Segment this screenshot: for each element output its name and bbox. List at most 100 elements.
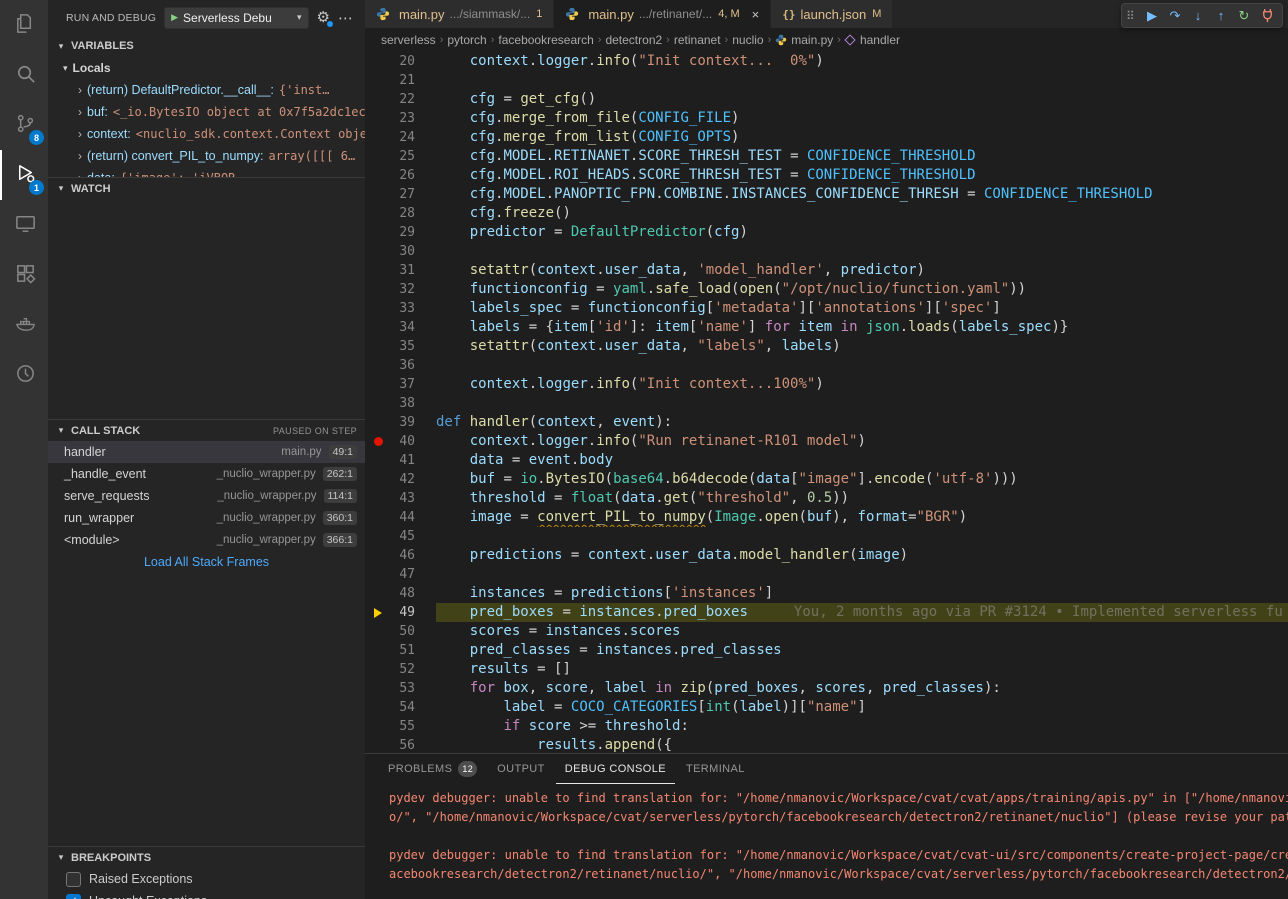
stack-frame[interactable]: run_wrapper_nuclio_wrapper.py360:1 <box>48 507 365 529</box>
breakpoint-gutter[interactable] <box>365 166 391 185</box>
breakpoint-gutter[interactable] <box>365 641 391 660</box>
debug-config-dropdown[interactable]: ▶ Serverless Debu ▾ <box>164 7 308 29</box>
breakpoint-gutter[interactable] <box>365 280 391 299</box>
code-line[interactable]: 31 setattr(context.user_data, 'model_han… <box>365 261 1288 280</box>
breakpoint-gutter[interactable] <box>365 527 391 546</box>
activity-remote-explorer[interactable] <box>0 200 48 250</box>
code-line[interactable]: 51 pred_classes = instances.pred_classes <box>365 641 1288 660</box>
variable-row[interactable]: ›data:{'image': 'iVBOR… <box>48 167 365 177</box>
breakpoint-gutter[interactable] <box>365 394 391 413</box>
breakpoint-gutter[interactable] <box>365 413 391 432</box>
code-line[interactable]: 28 cfg.freeze() <box>365 204 1288 223</box>
breakpoint-gutter[interactable] <box>365 52 391 71</box>
stack-frame[interactable]: handlermain.py49:1 <box>48 441 365 463</box>
code-line[interactable]: 48 instances = predictions['instances'] <box>365 584 1288 603</box>
call-stack-section-header[interactable]: ▾ CALL STACK PAUSED ON STEP <box>48 419 365 441</box>
close-icon[interactable]: × <box>752 8 760 21</box>
breakpoint-gutter[interactable] <box>365 717 391 736</box>
tab-problems[interactable]: PROBLEMS 12 <box>379 754 486 784</box>
code-editor[interactable]: 20 context.logger.info("Init context... … <box>365 52 1288 753</box>
watch-section-header[interactable]: ▾ WATCH <box>48 177 365 199</box>
code-line[interactable]: 24 cfg.merge_from_list(CONFIG_OPTS) <box>365 128 1288 147</box>
breakpoint-gutter[interactable] <box>365 337 391 356</box>
variables-section-header[interactable]: ▾ VARIABLES <box>48 35 365 57</box>
breakpoint-gutter[interactable] <box>365 185 391 204</box>
activity-search[interactable] <box>0 50 48 100</box>
breakpoint-gutter[interactable] <box>365 128 391 147</box>
breakpoint-uncaught-exceptions[interactable]: Uncaught Exceptions <box>48 890 365 899</box>
code-line[interactable]: 38 <box>365 394 1288 413</box>
breakpoint-gutter[interactable] <box>365 736 391 753</box>
tab-output[interactable]: OUTPUT <box>488 754 554 784</box>
code-line[interactable]: 22 cfg = get_cfg() <box>365 90 1288 109</box>
breakpoint-gutter[interactable] <box>365 109 391 128</box>
code-line[interactable]: 53 for box, score, label in zip(pred_box… <box>365 679 1288 698</box>
breakpoint-gutter[interactable] <box>365 90 391 109</box>
restart-button[interactable]: ↻ <box>1233 5 1255 26</box>
stack-frame[interactable]: _handle_event_nuclio_wrapper.py262:1 <box>48 463 365 485</box>
disconnect-button[interactable] <box>1256 5 1278 26</box>
load-all-stack-frames-link[interactable]: Load All Stack Frames <box>48 551 365 573</box>
code-line[interactable]: 52 results = [] <box>365 660 1288 679</box>
more-actions-icon[interactable]: ⋯ <box>338 9 357 27</box>
continue-button[interactable]: ▶ <box>1141 5 1163 26</box>
activity-explorer[interactable] <box>0 0 48 50</box>
code-line[interactable]: 25 cfg.MODEL.RETINANET.SCORE_THRESH_TEST… <box>365 147 1288 166</box>
step-out-button[interactable]: ↑ <box>1210 5 1232 26</box>
breakpoint-gutter[interactable] <box>365 508 391 527</box>
uncaught-exceptions-checkbox[interactable] <box>66 894 81 899</box>
activity-profiler[interactable] <box>0 350 48 400</box>
breakpoint-gutter[interactable] <box>365 299 391 318</box>
code-line[interactable]: 35 setattr(context.user_data, "labels", … <box>365 337 1288 356</box>
breakpoint-gutter[interactable] <box>365 565 391 584</box>
code-line[interactable]: 29 predictor = DefaultPredictor(cfg) <box>365 223 1288 242</box>
code-line[interactable]: 56 results.append({ <box>365 736 1288 753</box>
activity-source-control[interactable]: 8 <box>0 100 48 150</box>
breakpoint-gutter[interactable] <box>365 261 391 280</box>
variable-row[interactable]: ›(return) convert_PIL_to_numpy:array([[[… <box>48 145 365 167</box>
breakpoint-gutter[interactable] <box>365 489 391 508</box>
tab-main-py-retinanet[interactable]: main.py .../retinanet/... 4, M × <box>554 0 771 28</box>
code-line[interactable]: 40 context.logger.info("Run retinanet-R1… <box>365 432 1288 451</box>
raised-exceptions-checkbox[interactable] <box>66 872 81 887</box>
step-into-button[interactable]: ↓ <box>1187 5 1209 26</box>
breakpoint-gutter[interactable] <box>365 204 391 223</box>
breakpoint-gutter[interactable] <box>365 546 391 565</box>
variable-row[interactable]: ›(return) DefaultPredictor.__call__:{'in… <box>48 79 365 101</box>
step-over-button[interactable]: ↷ <box>1164 5 1186 26</box>
breakpoint-gutter[interactable] <box>365 432 391 451</box>
breakpoint-gutter[interactable] <box>365 603 391 622</box>
debug-console-output[interactable]: pydev debugger: unable to find translati… <box>365 784 1288 899</box>
variables-scope-locals[interactable]: ▾ Locals <box>48 57 365 79</box>
breakpoint-gutter[interactable] <box>365 223 391 242</box>
code-line[interactable]: 49 pred_boxes = instances.pred_boxesYou,… <box>365 603 1288 622</box>
tab-terminal[interactable]: TERMINAL <box>677 754 754 784</box>
breadcrumb-item[interactable]: pytorch <box>447 33 486 47</box>
breakpoint-gutter[interactable] <box>365 698 391 717</box>
code-line[interactable]: 26 cfg.MODEL.ROI_HEADS.SCORE_THRESH_TEST… <box>365 166 1288 185</box>
code-line[interactable]: 43 threshold = float(data.get("threshold… <box>365 489 1288 508</box>
code-line[interactable]: 34 labels = {item['id']: item['name'] fo… <box>365 318 1288 337</box>
breakpoint-gutter[interactable] <box>365 242 391 261</box>
breakpoint-gutter[interactable] <box>365 451 391 470</box>
breadcrumb-item[interactable]: facebookresearch <box>498 33 593 47</box>
code-line[interactable]: 27 cfg.MODEL.PANOPTIC_FPN.COMBINE.INSTAN… <box>365 185 1288 204</box>
code-line[interactable]: 54 label = COCO_CATEGORIES[int(label)]["… <box>365 698 1288 717</box>
breakpoint-gutter[interactable] <box>365 71 391 90</box>
code-line[interactable]: 33 labels_spec = functionconfig['metadat… <box>365 299 1288 318</box>
code-line[interactable]: 21 <box>365 71 1288 90</box>
variable-row[interactable]: ›context:<nuclio_sdk.context.Context obj… <box>48 123 365 145</box>
breadcrumb-item[interactable]: serverless <box>381 33 436 47</box>
tab-debug-console[interactable]: DEBUG CONSOLE <box>556 754 675 784</box>
breakpoint-gutter[interactable] <box>365 584 391 603</box>
code-line[interactable]: 50 scores = instances.scores <box>365 622 1288 641</box>
code-line[interactable]: 30 <box>365 242 1288 261</box>
code-line[interactable]: 42 buf = io.BytesIO(base64.b64decode(dat… <box>365 470 1288 489</box>
tab-launch-json[interactable]: {} launch.json M <box>771 0 893 28</box>
breadcrumb-item[interactable]: retinanet <box>674 33 721 47</box>
breakpoint-gutter[interactable] <box>365 622 391 641</box>
breadcrumb-item[interactable]: handler <box>860 33 900 47</box>
tab-main-py-siammask[interactable]: main.py .../siammask/... 1 <box>365 0 554 28</box>
breakpoint-gutter[interactable] <box>365 470 391 489</box>
variable-row[interactable]: ›buf:<_io.BytesIO object at 0x7f5a2dc1ec… <box>48 101 365 123</box>
